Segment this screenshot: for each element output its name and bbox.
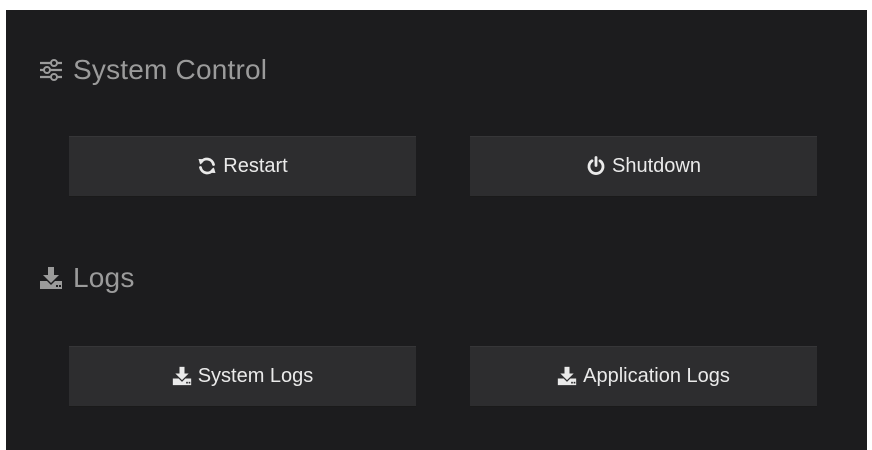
refresh-icon bbox=[197, 156, 217, 176]
system-logs-label: System Logs bbox=[197, 364, 314, 387]
system-logs-button[interactable]: System Logs bbox=[69, 346, 416, 407]
system-control-title: System Control bbox=[73, 54, 268, 85]
system-control-header: System Control bbox=[39, 54, 267, 86]
download-icon bbox=[557, 366, 577, 386]
download-icon bbox=[39, 266, 63, 290]
logs-title: Logs bbox=[73, 262, 135, 293]
power-icon bbox=[586, 156, 606, 176]
application-logs-button[interactable]: Application Logs bbox=[470, 346, 817, 407]
sliders-icon bbox=[39, 58, 63, 82]
restart-button[interactable]: Restart bbox=[69, 136, 416, 197]
restart-label: Restart bbox=[223, 154, 288, 177]
application-logs-label: Application Logs bbox=[583, 364, 730, 387]
shutdown-label: Shutdown bbox=[612, 154, 701, 177]
shutdown-button[interactable]: Shutdown bbox=[470, 136, 817, 197]
download-icon bbox=[172, 366, 192, 386]
system-panel: System Control Restart Shutdown Logs Sys… bbox=[6, 10, 867, 450]
logs-header: Logs bbox=[39, 262, 135, 294]
